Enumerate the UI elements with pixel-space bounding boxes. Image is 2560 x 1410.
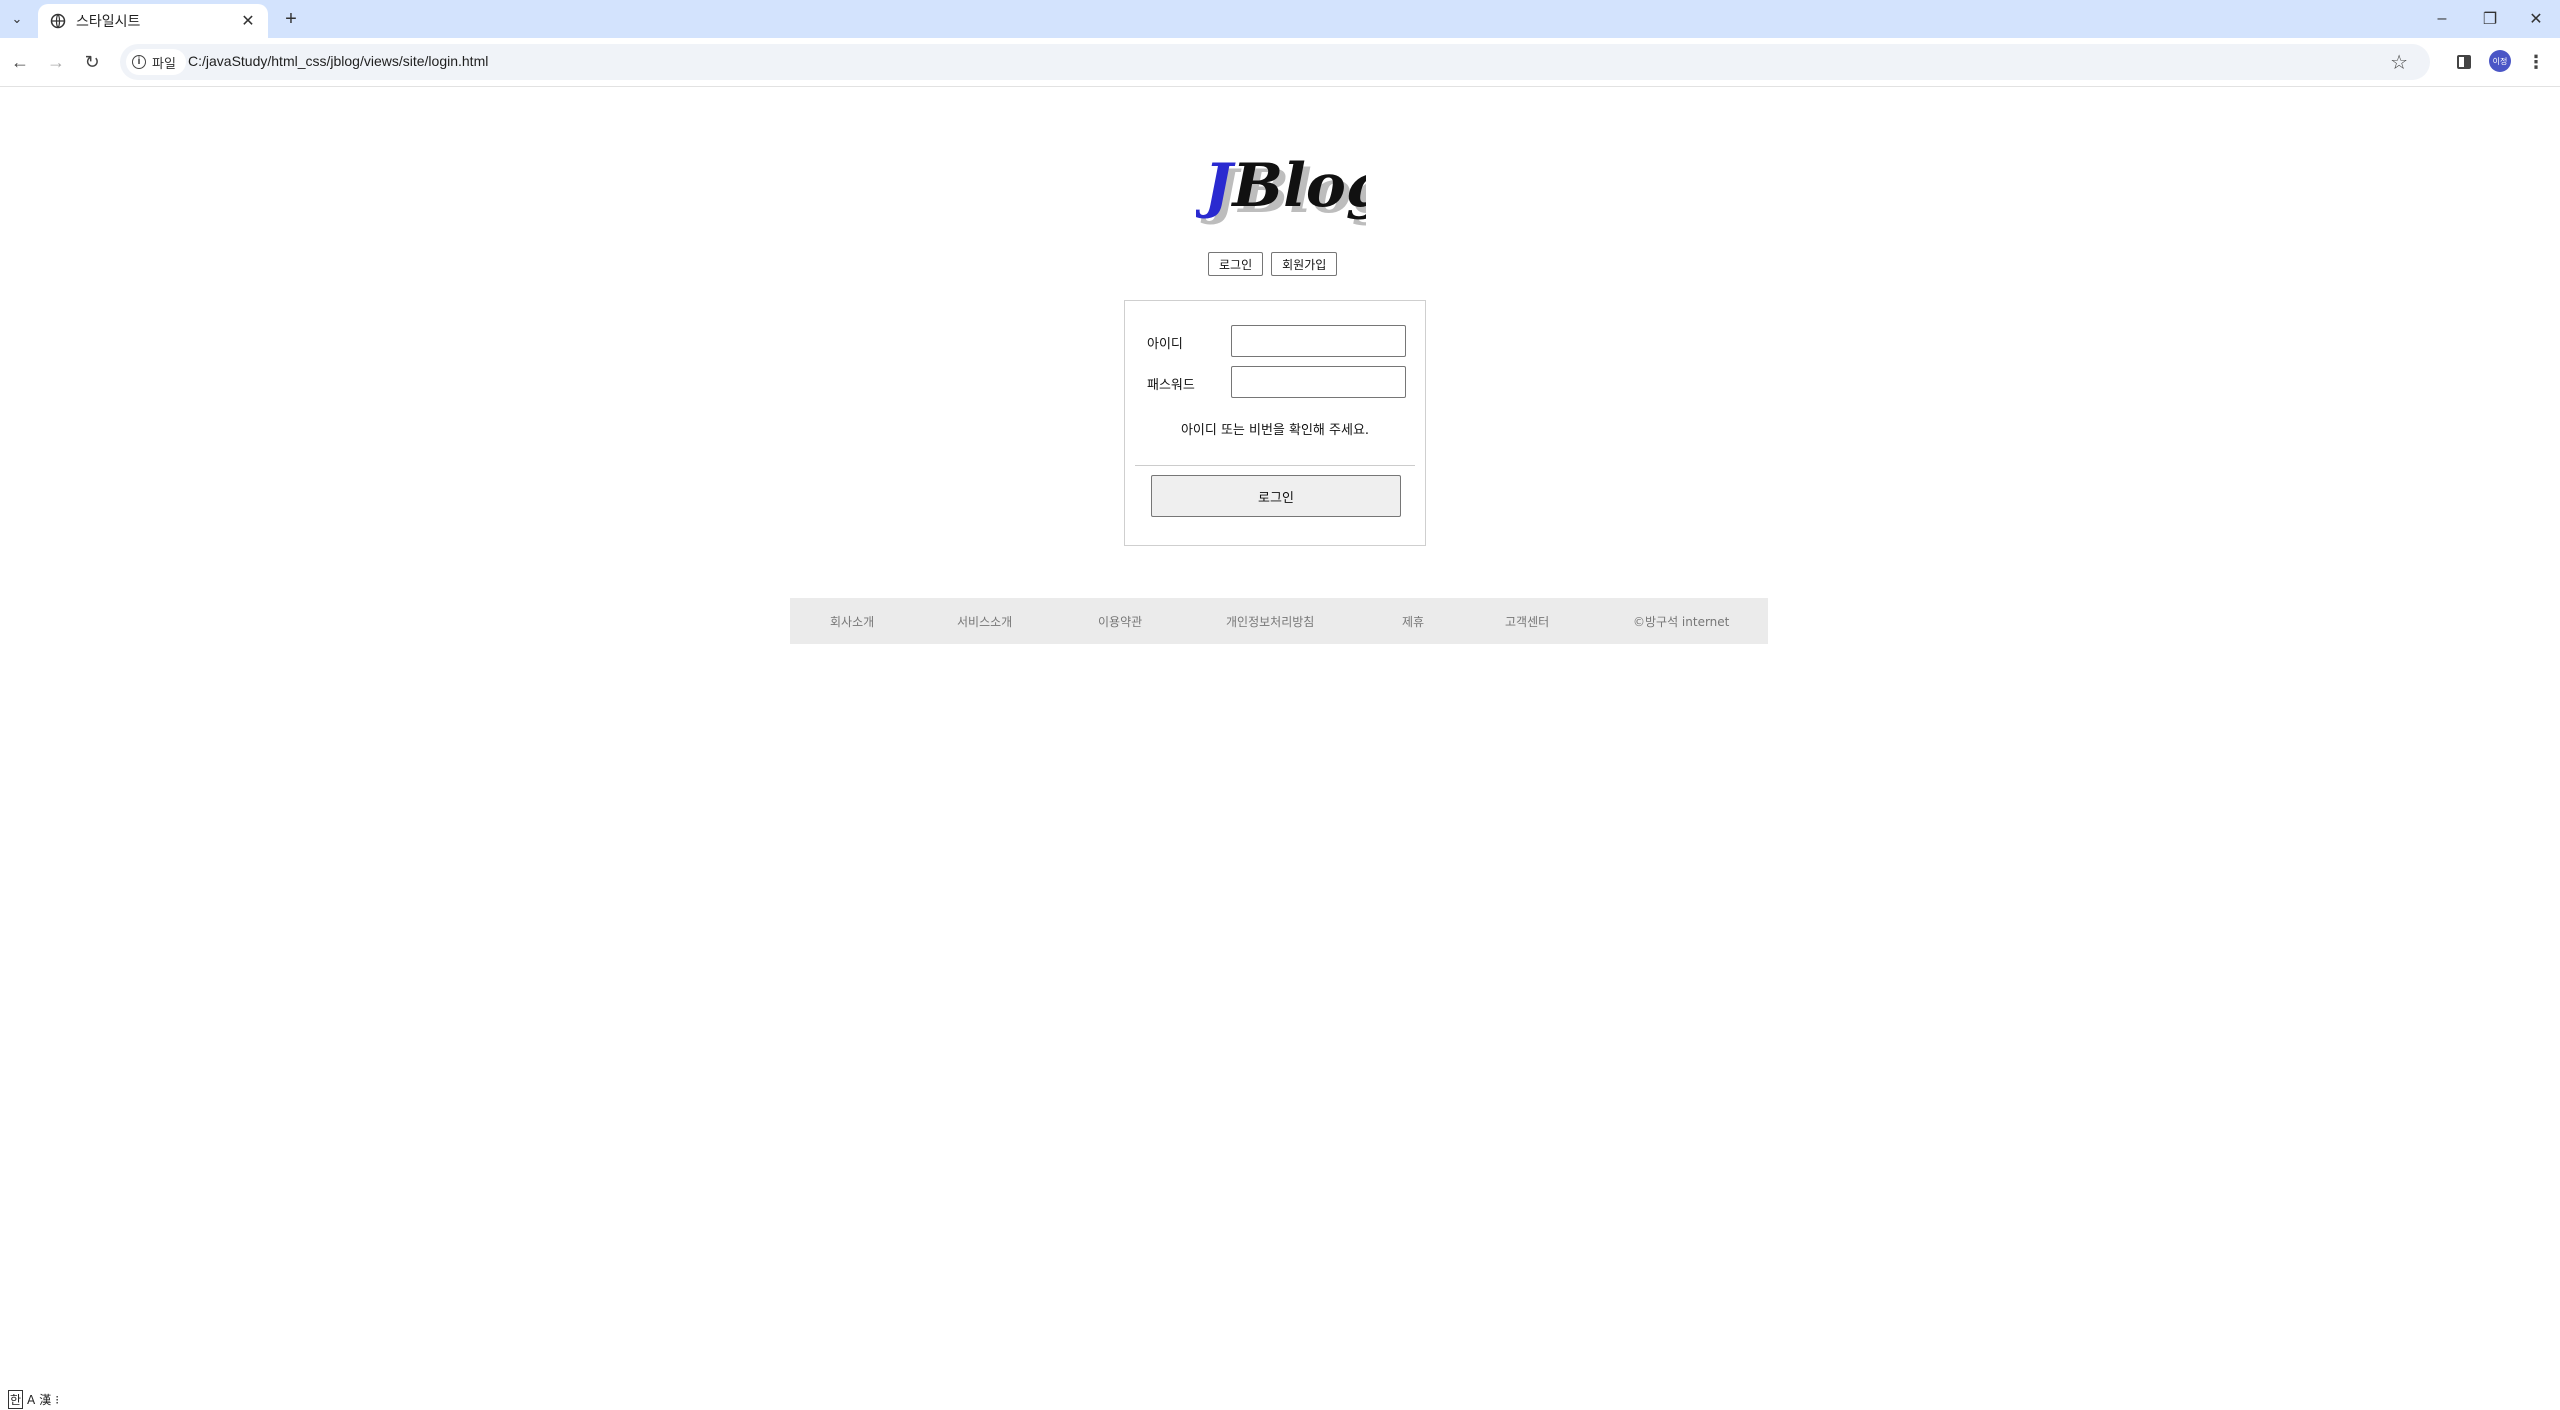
ime-menu-icon[interactable]: ⁝ [55,1393,59,1407]
footer-copyright: ©방구석 internet [1633,615,1730,629]
site-info-chip[interactable]: i 파일 [126,49,186,75]
back-icon[interactable]: ← [8,50,32,74]
tab-search-chevron-icon[interactable]: ⌄ [6,8,28,30]
ime-toolbar: 한 A 漢 ⁝ [8,1390,59,1409]
footer-link-terms[interactable]: 이용약관 [1098,613,1142,630]
footer-link-service[interactable]: 서비스소개 [957,613,1012,630]
profile-avatar[interactable]: 이정 [2489,50,2511,72]
password-input[interactable] [1231,366,1406,398]
globe-icon [50,13,66,29]
browser-tab-bar: ⌄ 스타일시트 ✕ + – ❐ ✕ [0,0,2560,38]
login-link-button[interactable]: 로그인 [1208,252,1264,276]
form-divider [1135,465,1415,466]
footer-link-partnership[interactable]: 제휴 [1402,613,1424,630]
url-text[interactable]: C:/javaStudy/html_css/jblog/views/site/l… [188,53,488,69]
ime-hanja-indicator[interactable]: 漢 [39,1391,51,1408]
window-close-icon[interactable]: ✕ [2522,6,2550,32]
jblog-logo: JBlog JBlog [1196,151,1366,227]
info-icon: i [132,55,146,69]
tab-close-icon[interactable]: ✕ [238,11,258,31]
login-form: 아이디 패스워드 아이디 또는 비번을 확인해 주세요. 로그인 [1124,300,1426,546]
new-tab-icon[interactable]: + [280,8,302,30]
address-bar[interactable]: i 파일 C:/javaStudy/html_css/jblog/views/s… [120,44,2430,80]
logo-text: JBlog [1196,151,1366,221]
id-label: 아이디 [1147,337,1183,352]
site-chip-label: 파일 [152,55,176,71]
menu-kebab-icon[interactable]: ⋮ [2524,50,2548,74]
browser-toolbar: ← → ↻ i 파일 C:/javaStudy/html_css/jblog/v… [0,38,2560,87]
restore-icon[interactable]: ❐ [2476,6,2504,32]
tab-title: 스타일시트 [76,13,141,29]
id-input[interactable] [1231,325,1406,357]
footer-link-privacy[interactable]: 개인정보처리방침 [1226,613,1314,630]
ime-mode-indicator[interactable]: 한 [8,1390,24,1409]
ime-a-indicator[interactable]: A [27,1393,35,1407]
password-label: 패스워드 [1147,378,1195,393]
minimize-icon[interactable]: – [2428,6,2456,32]
side-panel-icon[interactable] [2452,50,2476,74]
auth-links: 로그인 회원가입 [1208,252,1338,276]
footer-link-support[interactable]: 고객센터 [1505,613,1549,630]
footer-link-company[interactable]: 회사소개 [830,613,874,630]
reload-icon[interactable]: ↻ [80,50,104,74]
site-footer: 회사소개 서비스소개 이용약관 개인정보처리방침 제휴 고객센터 ©방구석 in… [790,598,1768,644]
join-link-button[interactable]: 회원가입 [1271,252,1338,276]
forward-icon[interactable]: → [44,50,68,74]
login-submit-button[interactable]: 로그인 [1151,475,1401,517]
browser-tab[interactable]: 스타일시트 ✕ [38,4,268,38]
login-error-message: 아이디 또는 비번을 확인해 주세요. [1180,423,1370,438]
bookmark-star-icon[interactable]: ☆ [2390,50,2408,75]
